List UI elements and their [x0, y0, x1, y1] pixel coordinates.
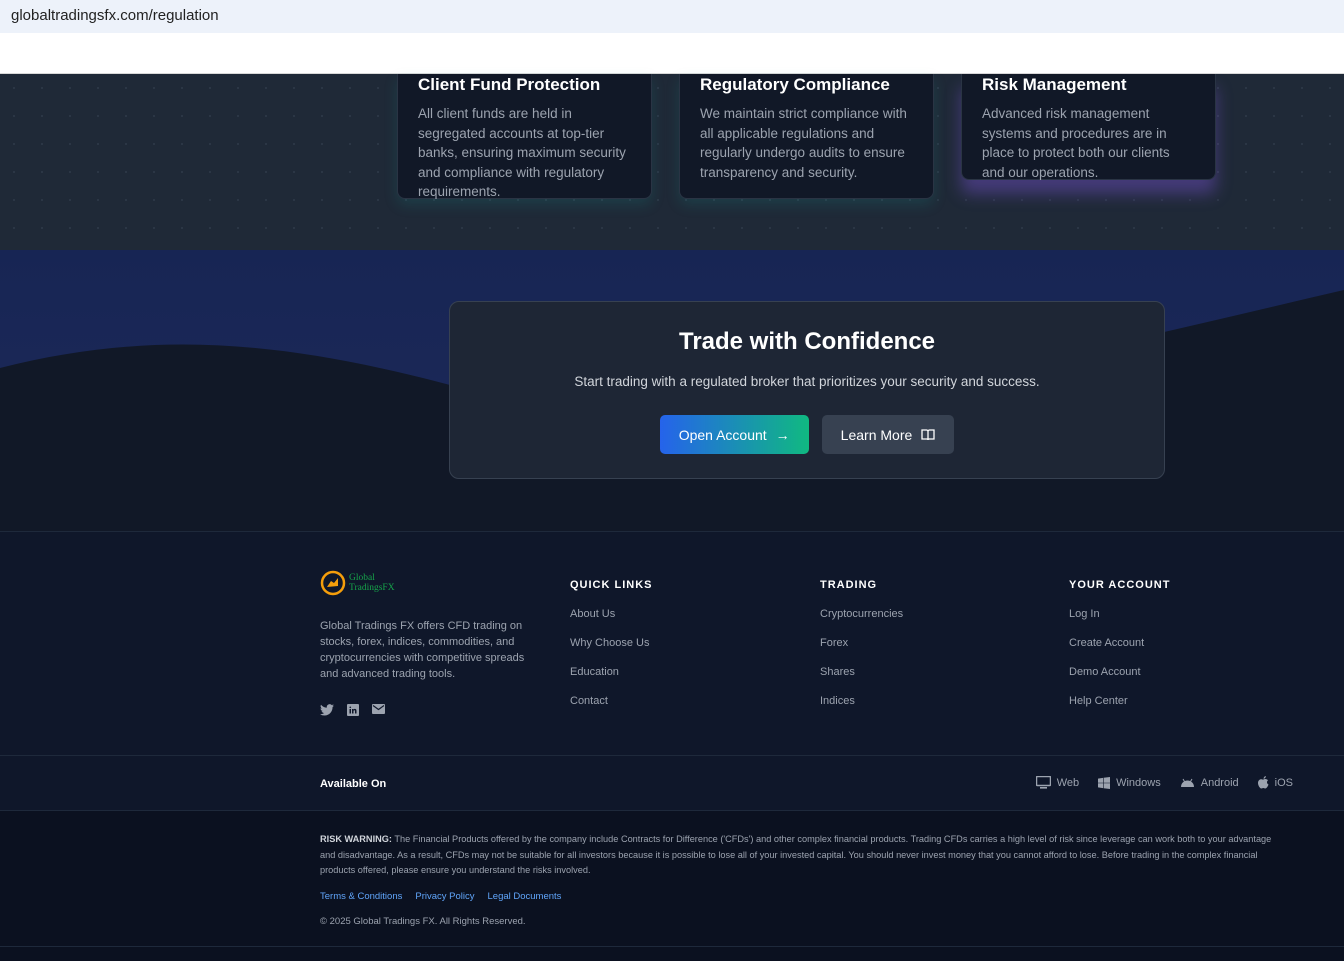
arrow-right-icon: →: [775, 426, 790, 443]
footer-your-account: YOUR ACCOUNT Log In Create Account Demo Acc…: [1069, 579, 1170, 709]
platform-ios[interactable]: iOS: [1257, 776, 1293, 789]
learn-more-label: Learn More: [840, 426, 913, 443]
link-shares[interactable]: Shares: [820, 666, 903, 680]
link-about-us[interactable]: About Us: [570, 608, 653, 622]
footer-brand: Global TradingsFX Global Tradings FX off…: [320, 570, 535, 716]
footer-description: Global Tradings FX offers CFD trading on…: [320, 620, 525, 680]
card-regulatory-compliance: Regulatory Compliance We maintain strict …: [679, 74, 934, 199]
link-indices[interactable]: Indices: [820, 695, 903, 709]
apple-icon: [1257, 776, 1269, 789]
link-privacy-policy[interactable]: Privacy Policy: [415, 891, 474, 902]
footer-quick-links: QUICK LINKS About Us Why Choose Us Educatio…: [570, 579, 653, 709]
platform-label: iOS: [1274, 776, 1293, 789]
link-contact[interactable]: Contact: [570, 695, 653, 709]
address-bar[interactable]: globaltradingsfx.com/regulation: [0, 0, 1344, 33]
windows-icon: [1098, 776, 1111, 789]
column-title: TRADING: [820, 579, 878, 591]
link-education[interactable]: Education: [570, 666, 653, 680]
link-demo-account[interactable]: Demo Account: [1069, 666, 1170, 680]
link-help-center[interactable]: Help Center: [1069, 695, 1170, 709]
link-legal-documents[interactable]: Legal Documents: [488, 891, 562, 902]
linkedin-icon[interactable]: [347, 704, 359, 716]
platform-windows[interactable]: Windows: [1098, 776, 1161, 789]
platform-label: Windows: [1116, 776, 1161, 789]
card-title: Risk Management: [982, 75, 1127, 94]
twitter-icon[interactable]: [320, 704, 334, 716]
link-cryptocurrencies[interactable]: Cryptocurrencies: [820, 608, 903, 622]
cta-box: Trade with Confidence Start trading with…: [449, 301, 1165, 479]
book-open-icon: [921, 428, 935, 440]
column-title: QUICK LINKS: [570, 579, 653, 591]
link-create-account[interactable]: Create Account: [1069, 637, 1170, 651]
link-terms[interactable]: Terms & Conditions: [320, 891, 402, 902]
risk-warning-section: RISK WARNING: The Financial Products off…: [0, 811, 1344, 947]
cta-title: Trade with Confidence: [678, 328, 936, 355]
learn-more-button[interactable]: Learn More: [821, 415, 955, 454]
footer-trading: TRADING Cryptocurrencies Forex Shares Indice…: [820, 579, 903, 709]
platform-label: Android: [1200, 776, 1239, 789]
open-account-label: Open Account: [678, 426, 767, 443]
link-why-choose-us[interactable]: Why Choose Us: [570, 637, 653, 651]
card-text: We maintain strict compliance with all a…: [700, 106, 907, 180]
url-text: globaltradingsfx.com/regulation: [11, 7, 219, 24]
cta-subtitle: Start trading with a regulated broker th…: [574, 374, 1040, 389]
android-icon: [1180, 778, 1194, 787]
card-title: Regulatory Compliance: [700, 75, 890, 94]
link-log-in[interactable]: Log In: [1069, 608, 1170, 622]
card-title: Client Fund Protection: [418, 75, 601, 94]
link-forex[interactable]: Forex: [820, 637, 903, 651]
page-header-blank: [0, 33, 1344, 74]
desktop-icon: [1035, 776, 1051, 789]
available-on-label: Available On: [320, 778, 387, 790]
risk-warning-label: RISK WARNING:: [320, 834, 392, 844]
risk-warning-text: The Financial Products offered by the co…: [320, 834, 1272, 876]
column-title: YOUR ACCOUNT: [1069, 579, 1171, 591]
card-risk-management: Risk Management Advanced risk management …: [961, 74, 1216, 180]
available-on-bar: Available On Web Windows Android iOS: [0, 755, 1344, 811]
logo[interactable]: Global TradingsFX: [320, 570, 535, 596]
open-account-button[interactable]: Open Account →: [659, 415, 809, 454]
email-icon[interactable]: [372, 704, 385, 714]
platform-web[interactable]: Web: [1035, 776, 1080, 789]
card-client-fund-protection: Client Fund Protection All client funds a…: [397, 74, 652, 199]
bull-logo-icon: [320, 570, 346, 596]
platform-label: Web: [1056, 776, 1080, 789]
card-text: All client funds are held in segregated …: [418, 106, 626, 199]
copyright: © 2025 Global Tradings FX. All Rights Re…: [320, 916, 526, 927]
logo-text: Global TradingsFX: [349, 573, 395, 593]
card-text: Advanced risk management systems and pro…: [982, 106, 1170, 180]
footer: Global TradingsFX Global Tradings FX off…: [0, 531, 1344, 755]
platform-android[interactable]: Android: [1180, 776, 1239, 789]
risk-warning: RISK WARNING: The Financial Products off…: [320, 832, 1280, 879]
